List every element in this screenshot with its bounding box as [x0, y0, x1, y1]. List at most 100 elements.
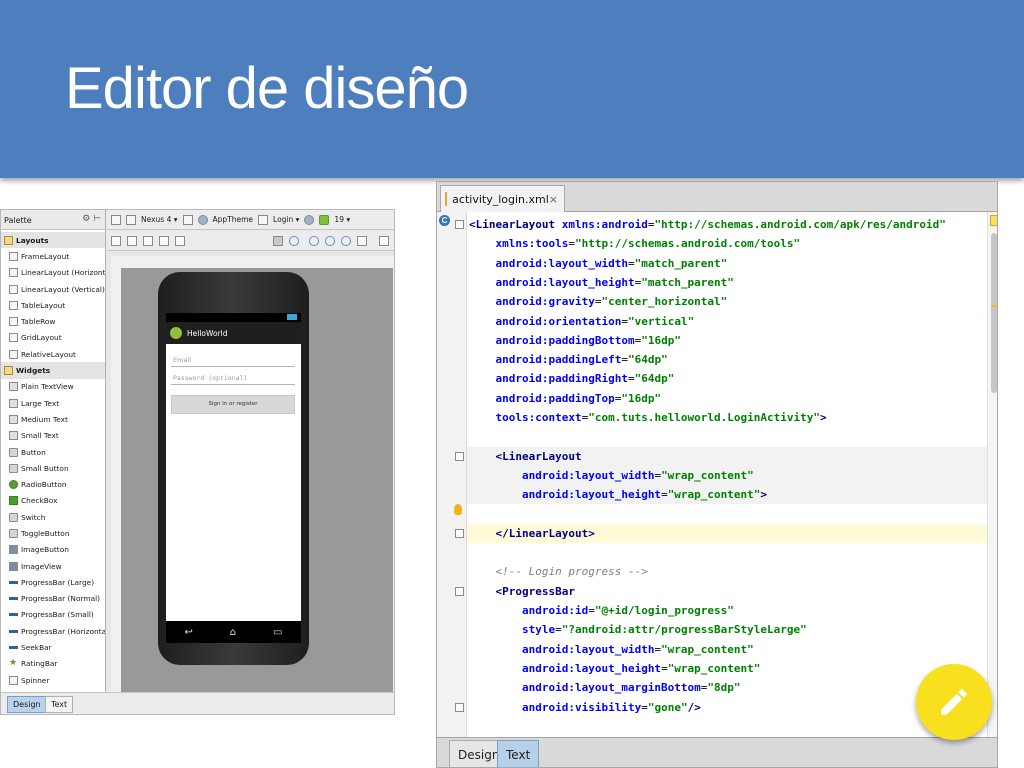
tab-design[interactable]: Design — [7, 696, 47, 713]
palette-item[interactable]: RadioButton — [1, 476, 105, 492]
zoom-in-icon[interactable] — [309, 236, 319, 246]
api-selector[interactable]: 19 ▾ — [334, 215, 350, 224]
palette-item[interactable]: Small Button — [1, 460, 105, 476]
code-line[interactable]: android:layout_width="match_parent" — [467, 254, 987, 273]
palette-item[interactable]: Medium Text — [1, 411, 105, 427]
code-line[interactable]: android:orientation="vertical" — [467, 312, 987, 331]
code-line[interactable]: xmlns:tools="http://schemas.android.com/… — [467, 234, 987, 253]
palette-item[interactable]: LinearLayout (Horizontal) — [1, 265, 105, 281]
palette-item[interactable]: FrameLayout — [1, 248, 105, 264]
code-line[interactable]: android:layout_height="match_parent" — [467, 273, 987, 292]
sign-in-button[interactable]: Sign in or register — [171, 395, 295, 414]
editor-tab-bar: activity_login.xml × — [437, 182, 997, 212]
select-icon[interactable] — [273, 236, 283, 246]
code-line[interactable]: <LinearLayout — [467, 446, 987, 466]
palette-item[interactable]: Large Text — [1, 395, 105, 411]
palette-item[interactable]: GridLayout — [1, 330, 105, 346]
code-line[interactable]: android:gravity="center_horizontal" — [467, 292, 987, 311]
home-icon[interactable]: ⌂ — [230, 627, 236, 638]
fold-toggle-icon[interactable] — [455, 702, 464, 712]
code-line[interactable]: style="?android:attr/progressBarStyleLar… — [467, 620, 987, 639]
palette-item[interactable]: LinearLayout (Vertical) — [1, 281, 105, 297]
palette-item[interactable]: TableLayout — [1, 297, 105, 313]
palette-item[interactable]: Spinner — [1, 672, 105, 688]
code-area[interactable]: <LinearLayout xmlns:android="http://sche… — [467, 212, 987, 743]
code-line[interactable]: android:paddingRight="64dp" — [467, 369, 987, 388]
recent-apps-icon[interactable]: ▭ — [273, 627, 282, 638]
layout-toggle-icon[interactable] — [111, 236, 121, 246]
phone-nav-bar: ↩ ⌂ ▭ — [166, 621, 301, 643]
palette-item[interactable]: ★ RatingBar — [1, 656, 105, 672]
error-stripe-marker[interactable] — [991, 305, 997, 307]
code-line[interactable]: android:layout_height="wrap_content" — [467, 659, 987, 678]
theme-selector[interactable]: AppTheme — [213, 215, 254, 224]
edit-pencil-icon[interactable] — [916, 664, 992, 740]
palette-item[interactable]: Switch — [1, 509, 105, 525]
settings-gear-icon[interactable] — [379, 236, 389, 246]
tab-text[interactable]: Text — [45, 696, 74, 713]
palette-item[interactable]: TableRow — [1, 313, 105, 329]
email-field[interactable]: Email — [171, 353, 295, 367]
palette-item[interactable]: SeekBar — [1, 639, 105, 655]
fold-toggle-icon[interactable] — [455, 451, 464, 461]
code-line[interactable]: <ProgressBar — [467, 582, 987, 601]
palette-settings-icon[interactable]: ⚙ ⊢ — [82, 214, 101, 224]
align-vertical-icon[interactable] — [175, 236, 185, 246]
palette-item[interactable]: ProgressBar (Horizontal) — [1, 623, 105, 639]
device-selector[interactable]: Nexus 4 ▾ — [141, 215, 178, 224]
code-line[interactable]: android:visibility="gone"/> — [467, 698, 987, 717]
editor-scrollbar[interactable] — [987, 212, 997, 743]
back-icon[interactable]: ↩ — [184, 627, 192, 638]
zoom-fit-icon[interactable] — [289, 236, 299, 246]
code-line[interactable]: tools:context="com.tuts.helloworld.Login… — [467, 408, 987, 427]
password-field[interactable]: Password (optional) — [171, 371, 295, 385]
palette-item[interactable]: ImageButton — [1, 542, 105, 558]
palette-scrollbar[interactable] — [105, 232, 106, 377]
align-horizontal-icon[interactable] — [159, 236, 169, 246]
palette-item[interactable]: Button — [1, 444, 105, 460]
zoom-actual-icon[interactable] — [341, 236, 351, 246]
activity-selector[interactable]: Login ▾ — [273, 215, 299, 224]
distribute-icon[interactable] — [143, 236, 153, 246]
zoom-out-icon[interactable] — [325, 236, 335, 246]
palette-item[interactable]: ImageView — [1, 558, 105, 574]
layout-grid-icon[interactable] — [127, 236, 137, 246]
locale-icon[interactable] — [304, 214, 315, 225]
scroll-thumb[interactable] — [991, 233, 997, 393]
code-line[interactable]: <LinearLayout xmlns:android="http://sche… — [467, 215, 987, 234]
code-line[interactable] — [467, 543, 987, 562]
code-line[interactable] — [467, 505, 987, 524]
palette-item[interactable]: ProgressBar (Normal) — [1, 591, 105, 607]
palette-category[interactable]: Widgets — [1, 362, 105, 379]
palette-item[interactable]: RelativeLayout — [1, 346, 105, 362]
code-line[interactable]: android:paddingLeft="64dp" — [467, 350, 987, 369]
code-line[interactable]: android:layout_marginBottom="8dp" — [467, 678, 987, 697]
palette-category[interactable]: Layouts — [1, 232, 105, 249]
screenshot-icon[interactable] — [357, 236, 367, 246]
file-tab[interactable]: activity_login.xml × — [440, 185, 565, 212]
code-line[interactable]: </LinearLayout> — [467, 523, 987, 544]
fold-toggle-icon[interactable] — [455, 220, 464, 229]
palette-item[interactable]: ProgressBar (Small) — [1, 607, 105, 623]
palette-item[interactable]: Small Text — [1, 428, 105, 444]
code-line[interactable]: android:layout_width="wrap_content" — [467, 465, 987, 486]
code-line[interactable]: android:layout_width="wrap_content" — [467, 640, 987, 659]
fold-toggle-icon[interactable] — [455, 528, 464, 538]
code-line[interactable]: <!-- Login progress --> — [467, 562, 987, 581]
lightbulb-icon[interactable] — [454, 504, 462, 515]
palette-item[interactable]: ToggleButton — [1, 525, 105, 541]
code-line[interactable]: android:id="@+id/login_progress" — [467, 601, 987, 620]
palette-item[interactable]: ProgressBar (Large) — [1, 574, 105, 590]
code-line[interactable]: android:paddingBottom="16dp" — [467, 331, 987, 350]
warning-marker-icon[interactable] — [990, 215, 997, 226]
code-line[interactable]: android:layout_height="wrap_content"> — [467, 485, 987, 505]
orientation-icon[interactable] — [182, 214, 193, 225]
code-line[interactable] — [467, 427, 987, 446]
palette-item[interactable]: CheckBox — [1, 493, 105, 509]
screen-size-icon[interactable] — [111, 214, 121, 225]
close-icon[interactable]: × — [549, 193, 558, 206]
code-line[interactable]: android:paddingTop="16dp" — [467, 389, 987, 408]
tab-text[interactable]: Text — [497, 740, 540, 767]
palette-item[interactable]: Plain TextView — [1, 379, 105, 395]
fold-toggle-icon[interactable] — [455, 586, 464, 596]
